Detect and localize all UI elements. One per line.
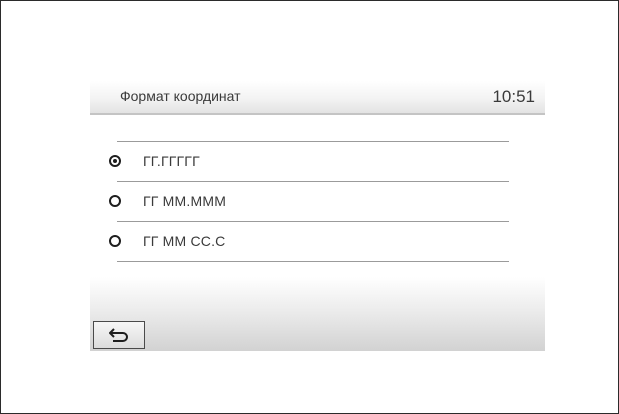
back-arrow-icon	[108, 328, 130, 342]
option-label: ГГ ММ СС.С	[143, 233, 226, 249]
option-label: ГГ ММ.МММ	[143, 193, 227, 209]
clock-time: 10:51	[492, 87, 535, 106]
list-divider	[117, 261, 509, 262]
back-button[interactable]	[93, 321, 145, 349]
page-title: Формат координат	[120, 88, 241, 104]
radio-selected-icon[interactable]	[109, 155, 121, 167]
settings-screen: Формат координат 10:51 ГГ.ГГГГГ ГГ ММ.ММ…	[90, 81, 545, 351]
screen-header: Формат координат 10:51	[90, 81, 545, 115]
radio-unselected-icon[interactable]	[109, 195, 121, 207]
option-label: ГГ.ГГГГГ	[143, 153, 200, 169]
option-dd-mm-ss-s[interactable]: ГГ ММ СС.С	[90, 222, 545, 262]
document-frame: Формат координат 10:51 ГГ.ГГГГГ ГГ ММ.ММ…	[0, 0, 619, 414]
radio-dot-icon	[113, 159, 117, 163]
screen-footer	[90, 277, 545, 351]
option-dd-mm-mmm[interactable]: ГГ ММ.МММ	[90, 182, 545, 222]
radio-unselected-icon[interactable]	[109, 235, 121, 247]
option-dd-ddddd[interactable]: ГГ.ГГГГГ	[90, 142, 545, 182]
